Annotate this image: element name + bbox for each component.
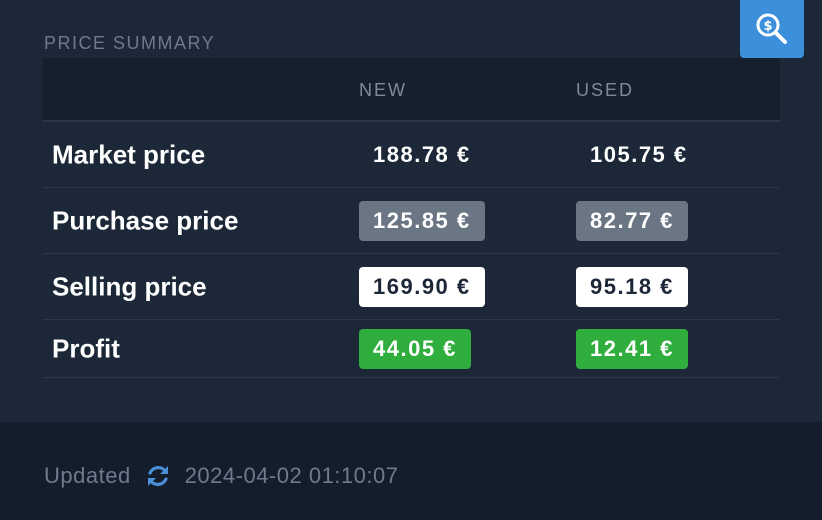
selling-price-used: 95.18 €: [576, 266, 688, 307]
row-label: Selling price: [52, 271, 207, 301]
table-row-profit: Profit 44.05 € 12.41 €: [43, 320, 780, 378]
updated-label: Updated: [44, 463, 131, 488]
updated-timestamp: 2024-04-02 01:10:07: [184, 463, 399, 488]
table-header: NEW USED: [43, 58, 780, 122]
column-header-new: NEW: [359, 80, 407, 100]
refresh-icon[interactable]: [145, 463, 171, 489]
price-search-button[interactable]: $: [740, 0, 804, 58]
row-label: Purchase price: [52, 205, 239, 235]
table-row-selling-price: Selling price 169.90 € 95.18 €: [43, 254, 780, 320]
table-row-purchase-price: Purchase price 125.85 € 82.77 €: [43, 188, 780, 254]
market-price-used: 105.75 €: [590, 141, 688, 167]
profit-used: 12.41 €: [576, 328, 688, 369]
search-dollar-icon: $: [756, 13, 787, 44]
profit-new: 44.05 €: [359, 328, 471, 369]
purchase-price-used: 82.77 €: [576, 200, 688, 241]
updated-status: Updated 2024-04-02 01:10:07: [44, 462, 398, 490]
svg-text:$: $: [763, 19, 772, 34]
purchase-price-new: 125.85 €: [359, 200, 485, 241]
section-title: PRICE SUMMARY: [44, 33, 216, 53]
selling-price-new: 169.90 €: [359, 266, 485, 307]
column-header-used: USED: [576, 80, 635, 100]
table-row-market-price: Market price 188.78 € 105.75 €: [43, 122, 780, 188]
market-price-new: 188.78 €: [373, 141, 471, 167]
row-label: Market price: [52, 139, 206, 169]
price-table: NEW USED Market price 188.78 € 105.75 € …: [43, 58, 780, 378]
row-label: Profit: [52, 333, 120, 363]
